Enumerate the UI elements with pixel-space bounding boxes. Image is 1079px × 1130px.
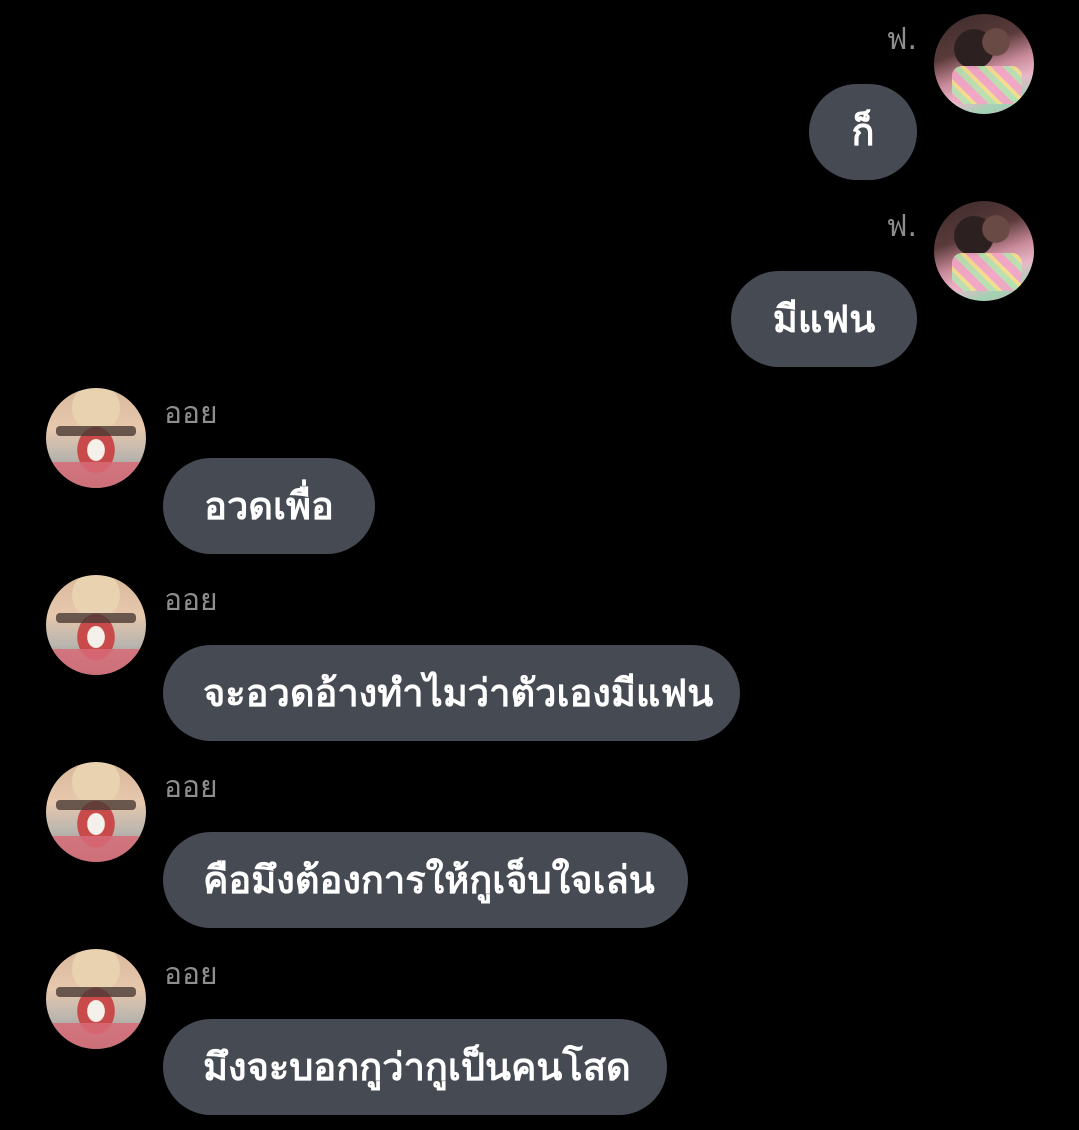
sender-name: ออย — [164, 396, 218, 431]
message-bubble[interactable]: ก็ — [809, 84, 917, 180]
sender-name: ฟ. — [886, 209, 917, 244]
chat-thread: ฟ. ก็ ฟ. มีแฟน ออย อวดเพื่อ ออย จะอวดอ้า… — [0, 0, 1079, 1130]
sender-avatar[interactable] — [46, 949, 146, 1049]
sender-name: ออย — [164, 583, 218, 618]
sender-avatar[interactable] — [46, 388, 146, 488]
sender-name: ออย — [164, 957, 218, 992]
sender-avatar[interactable] — [46, 575, 146, 675]
message-bubble[interactable]: มึงจะบอกกูว่ากูเป็นคนโสด — [163, 1019, 667, 1115]
message-bubble[interactable]: มีแฟน — [731, 271, 917, 367]
message-bubble[interactable]: คือมึงต้องการให้กูเจ็บใจเล่น — [163, 832, 688, 928]
message-bubble[interactable]: จะอวดอ้างทำไมว่าตัวเองมีแฟน — [163, 645, 740, 741]
sender-name: ฟ. — [886, 22, 917, 57]
sender-avatar[interactable] — [934, 201, 1034, 301]
message-bubble[interactable]: อวดเพื่อ — [163, 458, 375, 554]
sender-avatar[interactable] — [934, 14, 1034, 114]
sender-avatar[interactable] — [46, 762, 146, 862]
sender-name: ออย — [164, 770, 218, 805]
